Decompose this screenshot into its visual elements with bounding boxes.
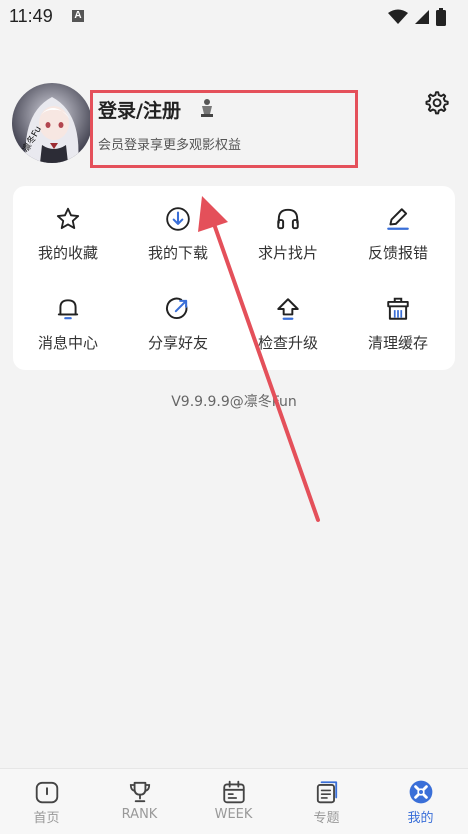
nav-label: RANK xyxy=(121,807,158,822)
nav-label: 首页 xyxy=(33,811,60,826)
home-icon xyxy=(35,781,59,804)
nav-label: WEEK xyxy=(214,807,253,822)
nav-item-profile[interactable]: 我的 xyxy=(374,769,467,834)
nav-item-rank[interactable]: RANK xyxy=(93,769,186,834)
nav-item-topics[interactable]: 专题 xyxy=(280,769,373,834)
calendar-icon xyxy=(223,780,245,804)
nav-label: 我的 xyxy=(407,811,434,826)
topics-icon xyxy=(316,781,338,804)
nav-item-home[interactable]: 首页 xyxy=(0,769,93,834)
nav-item-week[interactable]: WEEK xyxy=(187,769,280,834)
nav-label: 专题 xyxy=(313,811,340,826)
annotation-arrow xyxy=(198,196,320,522)
trophy-icon xyxy=(129,781,151,803)
bottom-nav: 首页 RANK WEEK 专题 我的 xyxy=(0,768,468,834)
profile-icon xyxy=(409,780,433,804)
